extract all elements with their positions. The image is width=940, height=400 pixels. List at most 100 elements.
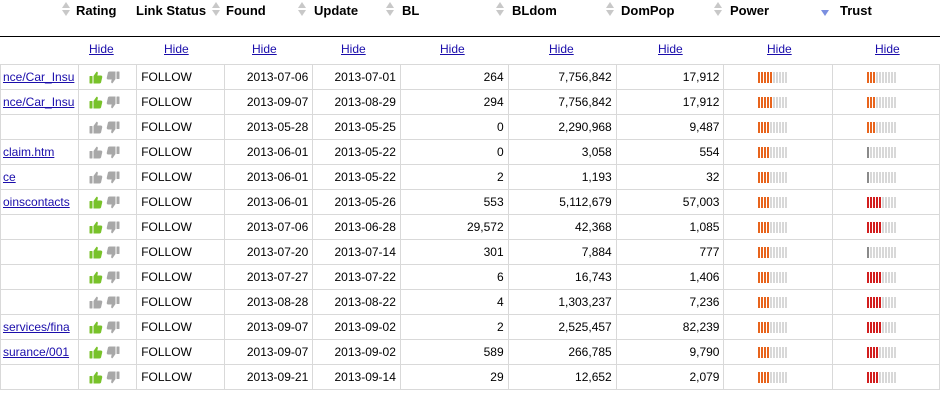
meter-segment [767,247,770,259]
found-date: 2013-09-21 [223,364,314,390]
meter-segment [758,272,761,284]
thumbs-up-icon[interactable] [89,196,103,209]
thumbs-up-icon[interactable] [89,296,103,309]
meter-segment [782,72,785,84]
meter-segment [872,297,875,309]
column-header-update[interactable]: Update [314,3,358,18]
meter-segment [881,172,884,184]
meter-segment [878,347,881,359]
rating-cell [78,164,138,190]
thumbs-up-icon[interactable] [89,246,103,259]
hide-bldom-link[interactable]: Hide [549,42,574,56]
rating-cell [78,89,138,115]
column-header-found[interactable]: Found [226,3,266,18]
url-link[interactable] [0,239,80,265]
meter-segment [869,297,872,309]
bl-count: 0 [399,114,509,140]
url-link[interactable] [0,264,80,290]
url-link[interactable]: nce/Car_Insu [0,64,80,90]
thumbs-up-icon[interactable] [89,346,103,359]
thumbs-down-icon[interactable] [106,171,120,184]
update-date: 2013-05-22 [312,164,401,190]
column-header-rating[interactable]: Rating [76,3,116,18]
thumbs-up-icon[interactable] [89,321,103,334]
hide-dompop-link[interactable]: Hide [658,42,683,56]
meter-segment [878,222,881,234]
thumbs-up-icon[interactable] [89,171,103,184]
column-header-bldom[interactable]: BLdom [512,3,557,18]
meter-segment [773,247,776,259]
thumbs-down-icon[interactable] [106,321,120,334]
meter-segment [881,122,884,134]
column-header-dompop[interactable]: DomPop [621,3,674,18]
thumbs-up-icon[interactable] [89,221,103,234]
meter-segment [878,72,881,84]
thumbs-up-icon[interactable] [89,146,103,159]
thumbs-down-icon[interactable] [106,296,120,309]
hide-found-link[interactable]: Hide [252,42,277,56]
thumbs-down-icon[interactable] [106,146,120,159]
column-header-link-status[interactable]: Link Status [136,3,206,18]
url-link[interactable]: oinscontacts [0,189,80,215]
column-header-power[interactable]: Power [730,3,769,18]
thumbs-up-icon[interactable] [89,96,103,109]
bldom-count: 266,785 [507,339,617,365]
found-date: 2013-09-07 [223,339,314,365]
meter-segment [764,122,767,134]
meter-segment [779,197,782,209]
thumbs-down-icon[interactable] [106,196,120,209]
thumbs-down-icon[interactable] [106,271,120,284]
meter-segment [761,347,764,359]
thumbs-down-icon[interactable] [106,221,120,234]
url-link[interactable]: nce/Car_Insu [0,89,80,115]
url-link[interactable]: claim.htm [0,139,80,165]
url-link[interactable]: ce [0,164,80,190]
meter-segment [761,297,764,309]
meter-segment [866,172,869,184]
meter-segment [776,297,779,309]
url-link[interactable]: surance/001 [0,339,80,365]
thumbs-up-icon[interactable] [89,71,103,84]
table-row: oinscontacts FOLLOW 2013-06-01 2013-05-26 55… [0,189,940,215]
thumbs-up-icon[interactable] [89,271,103,284]
meter-segment [887,172,890,184]
update-date: 2013-07-14 [312,239,401,265]
bldom-count: 2,290,968 [507,114,617,140]
found-date: 2013-07-06 [223,214,314,240]
meter-segment [875,272,878,284]
url-link[interactable] [0,364,80,390]
meter-segment [773,222,776,234]
url-link[interactable] [0,114,80,140]
thumbs-up-icon[interactable] [89,121,103,134]
meter-segment [764,322,767,334]
trust-meter [831,314,940,340]
meter-segment [866,97,869,109]
hide-update-link[interactable]: Hide [341,42,366,56]
hide-power-link[interactable]: Hide [767,42,792,56]
meter-segment [773,347,776,359]
hide-trust-link[interactable]: Hide [875,42,900,56]
thumbs-down-icon[interactable] [106,371,120,384]
dompop-count: 32 [615,164,725,190]
thumbs-down-icon[interactable] [106,71,120,84]
thumbs-down-icon[interactable] [106,121,120,134]
hide-rating-link[interactable]: Hide [89,42,114,56]
hide-bl-link[interactable]: Hide [440,42,465,56]
thumbs-down-icon[interactable] [106,246,120,259]
table-row: FOLLOW 2013-07-06 2013-06-28 29,572 42,368 1,… [0,214,940,240]
column-header-bl[interactable]: BL [402,3,419,18]
meter-segment [872,222,875,234]
hide-link-status-link[interactable]: Hide [164,42,189,56]
column-header-trust[interactable]: Trust [840,3,872,18]
url-link[interactable]: services/fina [0,314,80,340]
thumbs-down-icon[interactable] [106,346,120,359]
meter-segment [779,97,782,109]
url-link[interactable] [0,214,80,240]
thumbs-up-icon[interactable] [89,371,103,384]
url-link[interactable] [0,289,80,315]
dompop-count: 17,912 [615,64,725,90]
thumbs-down-icon[interactable] [106,96,120,109]
bldom-count: 7,756,842 [507,89,617,115]
found-date: 2013-08-28 [223,289,314,315]
meter-segment [770,272,773,284]
